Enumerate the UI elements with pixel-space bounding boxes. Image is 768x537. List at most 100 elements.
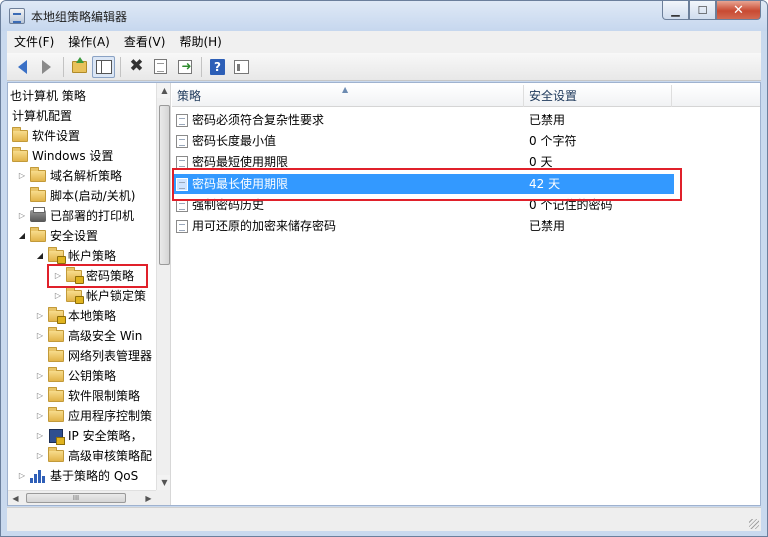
expand-arrow-icon	[34, 350, 46, 362]
close-icon: ✕	[733, 2, 744, 18]
expand-arrow-icon[interactable]: ▷	[16, 210, 28, 222]
tree-item-scripts[interactable]: 脚本(启动/关机)	[16, 186, 135, 206]
expand-arrow-icon[interactable]: ▷	[34, 310, 46, 322]
column-header-label: 安全设置	[529, 89, 578, 103]
folder-icon	[48, 387, 64, 402]
tree-item-local-policies[interactable]: ▷ 本地策略	[34, 306, 116, 326]
policy-name: 密码长度最小值	[192, 134, 277, 148]
expand-arrow-icon[interactable]: ▷	[34, 450, 46, 462]
menu-file[interactable]: 文件(F)	[7, 31, 61, 53]
expand-arrow-icon[interactable]: ▷	[16, 470, 28, 482]
folder-icon	[48, 407, 64, 422]
scroll-up-icon[interactable]: ▲	[157, 83, 170, 98]
help-button[interactable]: ?	[206, 56, 229, 78]
menu-action[interactable]: 操作(A)	[61, 31, 117, 53]
policy-list: 策略 安全设置 ▲ 密码必须符合复杂性要求 已禁用 密码长度最小值 0 个字符 …	[172, 83, 760, 505]
tree-item-label: 网络列表管理器	[68, 349, 153, 363]
folder-lock-icon	[48, 247, 66, 264]
folder-icon	[30, 227, 46, 242]
title-bar[interactable]: 本地组策略编辑器 ▁ ☐ ✕	[1, 1, 767, 31]
tree-item-qos[interactable]: ▷ 基于策略的 QoS	[16, 466, 138, 486]
scroll-left-icon[interactable]: ◀	[8, 491, 23, 505]
tree-item-network-list-manager[interactable]: 网络列表管理器	[34, 346, 152, 366]
tree-item-software-settings[interactable]: 软件设置	[10, 126, 80, 146]
column-header-security-setting[interactable]: 安全设置	[524, 85, 672, 107]
show-action-pane-button[interactable]	[230, 56, 253, 78]
menu-view[interactable]: 查看(V)	[117, 31, 173, 53]
policy-value: 已禁用	[529, 219, 566, 233]
maximize-button[interactable]: ☐	[689, 1, 716, 20]
tree-item-label: 安全设置	[50, 229, 99, 243]
scroll-right-icon[interactable]: ▶	[141, 491, 156, 505]
tree-item-label: 帐户锁定策	[86, 289, 147, 303]
folder-lock-icon	[66, 287, 84, 304]
tree-item-app-control[interactable]: ▷ 应用程序控制策	[34, 406, 152, 426]
tree-item-label: 高级安全 Win	[68, 329, 143, 343]
tree-item-windows-settings[interactable]: Windows 设置	[10, 146, 113, 166]
tree-item-account-policies[interactable]: ◢ 帐户策略	[34, 246, 116, 266]
tree-item-label: 脚本(启动/关机)	[50, 189, 136, 203]
expand-arrow-icon[interactable]: ▷	[34, 430, 46, 442]
back-button[interactable]	[11, 56, 34, 78]
tree-item-label: 公钥策略	[68, 369, 117, 383]
expand-arrow-icon[interactable]: ▷	[34, 370, 46, 382]
properties-button[interactable]	[149, 56, 172, 78]
policy-row[interactable]: 密码必须符合复杂性要求 已禁用	[172, 110, 760, 130]
folder-lock-icon	[48, 307, 66, 324]
tree-item-local-policy[interactable]: 也计算机 策略	[10, 86, 86, 106]
qos-chart-icon	[30, 469, 46, 483]
folder-icon	[48, 347, 64, 362]
tree-item-label: 软件设置	[32, 129, 81, 143]
expand-arrow-icon[interactable]: ▷	[34, 410, 46, 422]
delete-button[interactable]: ✖	[125, 56, 148, 78]
toolbar: ✖ ?	[7, 53, 761, 81]
expand-arrow-icon[interactable]: ▷	[34, 390, 46, 402]
folder-icon	[48, 327, 64, 342]
tree-item-name-resolution[interactable]: ▷ 域名解析策略	[16, 166, 122, 186]
collapse-arrow-icon[interactable]: ◢	[16, 230, 28, 242]
tree-item-label: 计算机配置	[12, 109, 73, 123]
policy-setting-icon	[176, 219, 188, 233]
caption-buttons: ▁ ☐ ✕	[662, 1, 761, 21]
collapse-arrow-icon[interactable]: ◢	[34, 250, 46, 262]
expand-arrow-icon[interactable]: ▷	[16, 170, 28, 182]
content-area: 也计算机 策略 计算机配置 软件设置 Windows 设置 ▷ 域名解析策略 脚本…	[7, 82, 761, 506]
up-folder-icon	[72, 56, 87, 73]
tree-item-advanced-firewall[interactable]: ▷ 高级安全 Win	[34, 326, 142, 346]
policy-setting-icon	[176, 134, 188, 148]
close-button[interactable]: ✕	[716, 1, 761, 20]
password-policy-highlight	[47, 264, 148, 288]
show-tree-button[interactable]	[92, 55, 115, 78]
tree-item-advanced-audit[interactable]: ▷ 高级审核策略配	[34, 446, 152, 466]
policy-row[interactable]: 用可还原的加密来储存密码 已禁用	[172, 216, 760, 236]
folder-icon	[48, 367, 64, 382]
tree-item-ip-security[interactable]: ▷ IP 安全策略，	[34, 426, 143, 446]
toolbar-separator	[201, 56, 202, 77]
up-level-button[interactable]	[68, 56, 91, 78]
tree-item-account-lockout[interactable]: ▷ 帐户锁定策	[52, 286, 146, 306]
tree-item-public-key-policies[interactable]: ▷ 公钥策略	[34, 366, 116, 386]
toolbar-separator	[120, 56, 121, 77]
scroll-down-icon[interactable]: ▼	[157, 475, 170, 490]
minimize-button[interactable]: ▁	[662, 1, 689, 20]
tree-item-printers[interactable]: ▷ 已部署的打印机	[16, 206, 134, 226]
tree-horizontal-scrollbar[interactable]: ◀ III ▶	[8, 490, 156, 505]
export-list-button[interactable]	[173, 56, 196, 78]
tree-item-label: 也计算机 策略	[10, 89, 86, 103]
scroll-thumb[interactable]	[159, 105, 170, 265]
tree-item-security-settings[interactable]: ◢ 安全设置	[16, 226, 98, 246]
tree-item-software-restriction[interactable]: ▷ 软件限制策略	[34, 386, 140, 406]
expand-arrow-icon[interactable]: ▷	[34, 330, 46, 342]
resize-grip-icon[interactable]	[749, 519, 759, 529]
policy-row[interactable]: 密码长度最小值 0 个字符	[172, 131, 760, 151]
delete-icon: ✖	[129, 56, 144, 76]
forward-button[interactable]	[35, 56, 58, 78]
folder-icon	[30, 167, 46, 182]
tree-item-computer-config[interactable]: 计算机配置	[12, 106, 72, 126]
tree-vertical-scrollbar[interactable]: ▲ ▼	[156, 83, 170, 490]
show-tree-icon	[95, 59, 112, 74]
scroll-thumb[interactable]: III	[26, 493, 126, 503]
properties-icon	[154, 59, 167, 74]
expand-arrow-icon[interactable]: ▷	[52, 290, 64, 302]
menu-help[interactable]: 帮助(H)	[172, 31, 228, 53]
